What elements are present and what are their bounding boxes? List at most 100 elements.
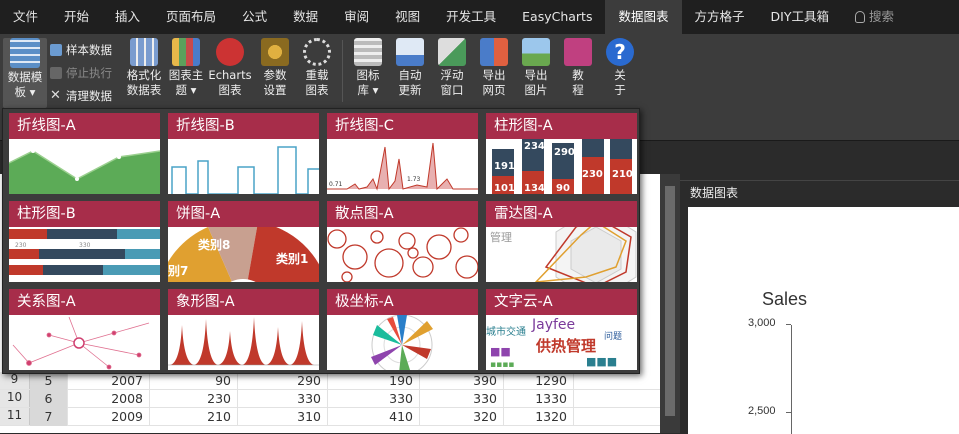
tab-home[interactable]: 开始 bbox=[51, 0, 102, 34]
about-button[interactable]: ? 关于 bbox=[601, 38, 639, 98]
gallery-item-title: 雷达图-A bbox=[486, 201, 637, 227]
format-table-icon bbox=[130, 38, 158, 66]
cell[interactable]: 230 bbox=[150, 390, 238, 408]
vertical-scrollbar[interactable] bbox=[660, 174, 680, 433]
cell[interactable]: 5 bbox=[30, 372, 68, 390]
float-window-button[interactable]: 浮动 窗口 bbox=[433, 38, 471, 98]
ribbon-separator bbox=[342, 40, 343, 102]
cell[interactable]: 290 bbox=[238, 372, 328, 390]
svg-text:■■: ■■ bbox=[490, 345, 511, 358]
gallery-item-title: 极坐标-A bbox=[327, 289, 478, 315]
auto-update-button[interactable]: 自动 更新 bbox=[391, 38, 429, 98]
tab-fangfang-grid[interactable]: 方方格子 bbox=[682, 0, 758, 34]
row-header[interactable]: 11 bbox=[0, 408, 30, 425]
tab-data-charts[interactable]: 数据图表 bbox=[605, 0, 682, 34]
scrollbar-thumb[interactable] bbox=[665, 186, 675, 416]
thumb-label: 类别1 bbox=[276, 251, 308, 266]
echarts-button[interactable]: Echarts 图表 bbox=[207, 38, 253, 98]
cell[interactable]: 90 bbox=[150, 372, 238, 390]
gallery-item-line-c[interactable]: 折线图-C 0.71 1.73 bbox=[327, 113, 478, 194]
data-template-button[interactable]: 数据模 板 ▾ bbox=[3, 38, 47, 108]
tab-page-layout[interactable]: 页面布局 bbox=[153, 0, 229, 34]
gallery-item-wordcloud-a[interactable]: 文字云-A 城市交通 Jayfee 供热管理 问题 ■■ ▪▪▪▪ ■■■ bbox=[486, 289, 637, 370]
chart-template-gallery: 折线图-A 折线图-B 折线图-C 0.71 1.73 柱形图-A 191 234… bbox=[2, 108, 640, 374]
about-label2: 于 bbox=[614, 83, 626, 97]
cell[interactable]: 310 bbox=[238, 408, 328, 426]
stop-exec-button[interactable]: 停止执行 bbox=[50, 65, 112, 81]
tab-developer[interactable]: 开发工具 bbox=[433, 0, 509, 34]
float-window-label2: 窗口 bbox=[440, 83, 464, 97]
table-row[interactable]: 10 6 2008 230 330 330 330 1330 bbox=[0, 390, 660, 408]
side-panel: 数据图表 Sales 3,000 2,500 bbox=[680, 180, 959, 434]
gallery-item-title: 柱形图-A bbox=[486, 113, 637, 139]
thumb-label: 供热管理 bbox=[535, 337, 596, 355]
param-settings-label1: 参数 bbox=[263, 68, 287, 82]
ribbon-toolbar: 数据模 板 ▾ 样本数据 停止执行 ✕ 清理数据 格式化 数据表 图表主题 ▾ Ec… bbox=[0, 34, 959, 108]
tell-me-search[interactable]: 搜索 bbox=[842, 0, 907, 34]
icon-library-button[interactable]: 图标库 ▾ bbox=[349, 38, 387, 98]
cell[interactable]: 2009 bbox=[68, 408, 150, 426]
thumb-label: 类别8 bbox=[198, 237, 230, 252]
tab-review[interactable]: 审阅 bbox=[331, 0, 382, 34]
param-settings-button[interactable]: 参数 设置 bbox=[256, 38, 294, 98]
chart-theme-button[interactable]: 图表主题 ▾ bbox=[166, 38, 206, 98]
stop-icon bbox=[50, 67, 62, 79]
row-header[interactable]: 9 bbox=[0, 372, 30, 389]
gallery-item-bar-b[interactable]: 柱形图-B 230 330 bbox=[9, 201, 160, 282]
cell[interactable]: 1320 bbox=[504, 408, 574, 426]
cell[interactable]: 210 bbox=[150, 408, 238, 426]
gallery-item-pie-a[interactable]: 饼图-A 类别8 类别1 别7 bbox=[168, 201, 319, 282]
clear-data-button[interactable]: ✕ 清理数据 bbox=[50, 88, 112, 104]
table-row[interactable]: 9 5 2007 90 290 190 390 1290 bbox=[0, 372, 660, 390]
gallery-item-pictorial-a[interactable]: 象形图-A bbox=[168, 289, 319, 370]
tutorial-button[interactable]: 教程 bbox=[559, 38, 597, 98]
export-web-icon bbox=[480, 38, 508, 66]
gallery-item-line-b[interactable]: 折线图-B bbox=[168, 113, 319, 194]
cell[interactable]: 1330 bbox=[504, 390, 574, 408]
cell[interactable]: 320 bbox=[420, 408, 504, 426]
cell[interactable]: 410 bbox=[328, 408, 420, 426]
lightbulb-icon bbox=[854, 11, 865, 23]
gallery-item-radar-a[interactable]: 雷达图-A 管理 bbox=[486, 201, 637, 282]
cell[interactable]: 330 bbox=[420, 390, 504, 408]
clear-x-icon: ✕ bbox=[50, 88, 61, 103]
tab-file[interactable]: 文件 bbox=[0, 0, 51, 34]
tab-insert[interactable]: 插入 bbox=[102, 0, 153, 34]
cell[interactable]: 2008 bbox=[68, 390, 150, 408]
cell[interactable]: 1290 bbox=[504, 372, 574, 390]
reload-chart-button[interactable]: 重载 图表 bbox=[298, 38, 336, 98]
icon-library-label2: 库 ▾ bbox=[357, 83, 379, 97]
sample-data-button[interactable]: 样本数据 bbox=[50, 42, 112, 58]
tab-view[interactable]: 视图 bbox=[382, 0, 433, 34]
table-grid-icon bbox=[10, 38, 40, 68]
export-image-button[interactable]: 导出 图片 bbox=[517, 38, 555, 98]
cell[interactable]: 190 bbox=[328, 372, 420, 390]
cell[interactable]: 7 bbox=[30, 408, 68, 426]
row-header[interactable]: 10 bbox=[0, 390, 30, 407]
cell[interactable]: 390 bbox=[420, 372, 504, 390]
tab-diy-toolbox[interactable]: DIY工具箱 bbox=[758, 0, 842, 34]
tab-data[interactable]: 数据 bbox=[280, 0, 331, 34]
cell[interactable]: 330 bbox=[328, 390, 420, 408]
cell[interactable]: 2007 bbox=[68, 372, 150, 390]
gear-icon bbox=[261, 38, 289, 66]
gallery-item-title: 折线图-A bbox=[9, 113, 160, 139]
thumb-label: 0.71 bbox=[329, 181, 343, 188]
export-web-button[interactable]: 导出 网页 bbox=[475, 38, 513, 98]
cell[interactable]: 330 bbox=[238, 390, 328, 408]
format-table-button[interactable]: 格式化 数据表 bbox=[124, 38, 164, 98]
wordcloud-thumbnail: 城市交通 Jayfee 供热管理 问题 ■■ ▪▪▪▪ ■■■ bbox=[486, 317, 622, 370]
gallery-item-polar-a[interactable]: 极坐标-A bbox=[327, 289, 478, 370]
tab-formulas[interactable]: 公式 bbox=[229, 0, 280, 34]
step-line-thumbnail bbox=[171, 146, 319, 194]
tab-easycharts[interactable]: EasyCharts bbox=[509, 0, 605, 34]
float-window-label1: 浮动 bbox=[440, 68, 464, 82]
gallery-item-bar-a[interactable]: 柱形图-A 191 234 290 230 210 101 134 90 bbox=[486, 113, 637, 194]
gallery-item-line-a[interactable]: 折线图-A bbox=[9, 113, 160, 194]
table-row[interactable]: 11 7 2009 210 310 410 320 1320 bbox=[0, 408, 660, 426]
gallery-item-graph-a[interactable]: 关系图-A bbox=[9, 289, 160, 370]
cell[interactable]: 6 bbox=[30, 390, 68, 408]
thumb-label: 别7 bbox=[168, 264, 188, 278]
gallery-item-scatter-a[interactable]: 散点图-A bbox=[327, 201, 478, 282]
y-tick-mark bbox=[786, 412, 791, 413]
